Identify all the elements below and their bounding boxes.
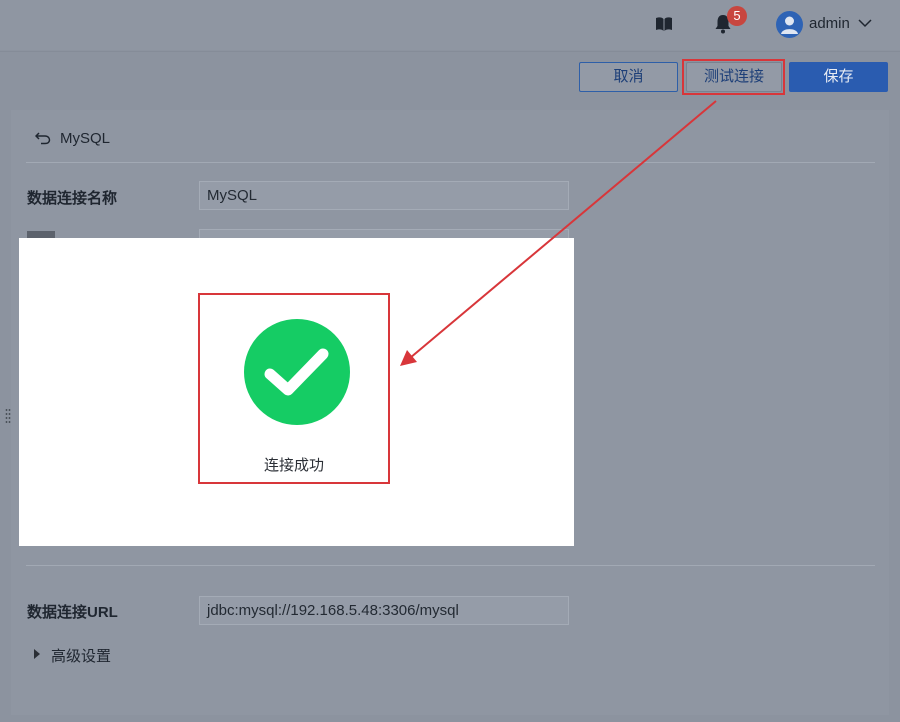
connection-url-label: 数据连接URL — [27, 604, 118, 621]
resize-handle-icon[interactable] — [5, 408, 11, 424]
obscured-field-label — [27, 231, 55, 238]
connection-url-input[interactable]: jdbc:mysql://192.168.5.48:3306/mysql — [199, 596, 569, 625]
avatar[interactable] — [776, 11, 803, 38]
cancel-button[interactable]: 取消 — [579, 62, 678, 92]
chevron-down-icon[interactable] — [858, 18, 872, 28]
back-arrow-icon — [35, 132, 51, 145]
test-button-highlight — [682, 59, 785, 95]
advanced-settings-label: 高级设置 — [51, 648, 112, 665]
user-icon — [781, 16, 798, 34]
divider — [26, 162, 875, 163]
username[interactable]: admin — [809, 15, 850, 32]
notification-badge: 5 — [727, 6, 747, 26]
connection-name-input[interactable]: MySQL — [199, 181, 569, 210]
book-icon[interactable] — [655, 16, 673, 32]
save-button[interactable]: 保存 — [789, 62, 888, 92]
success-highlight — [198, 293, 390, 484]
top-bar: 5 admin — [0, 0, 900, 50]
back-label: MySQL — [60, 130, 111, 147]
connection-name-label: 数据连接名称 — [27, 190, 118, 207]
divider — [26, 565, 875, 566]
caret-right-icon — [34, 649, 40, 659]
